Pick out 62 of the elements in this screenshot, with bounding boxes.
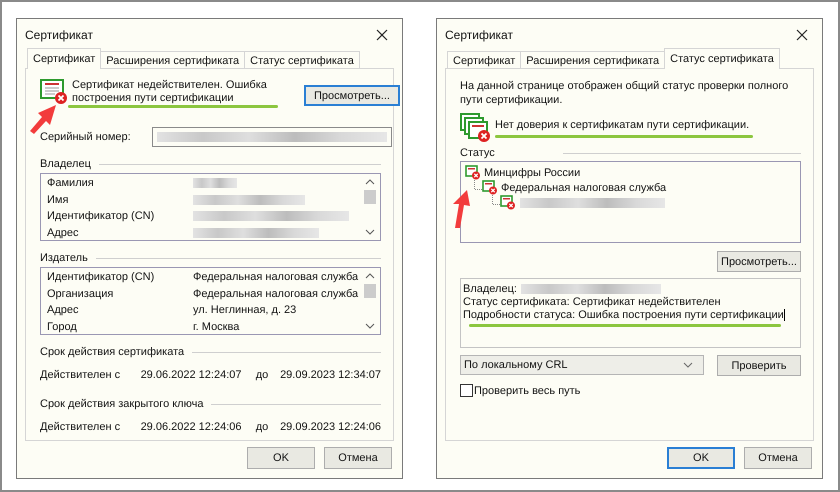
field-value: г. Москва: [193, 320, 240, 333]
chevron-down-icon: [683, 362, 693, 368]
field-name: Адрес: [47, 226, 80, 239]
date-label: до: [256, 421, 270, 433]
date-label: Действителен с: [40, 369, 122, 381]
section-heading: Срок действия закрытого ключа: [40, 398, 204, 410]
checkbox-label[interactable]: Проверить весь путь: [474, 384, 580, 396]
dialog-button[interactable]: OK: [667, 447, 735, 469]
tab[interactable]: Сертификат: [27, 48, 102, 69]
mode-dropdown[interactable]: По локальному CRL: [460, 355, 704, 375]
checkbox[interactable]: [460, 384, 473, 397]
detail-line: Статус сертификата: Сертификат недействителен: [463, 296, 721, 308]
description-text: На данной странице отображен общий статус проверки полного пути сертификации.: [460, 79, 790, 107]
tab[interactable]: Расширения сертификата: [520, 51, 666, 69]
status-message: Сертификат недействителен. Ошибка построения пути сертификации: [72, 79, 268, 105]
date-value: 29.09.2023 12:24:06: [280, 421, 381, 433]
certificates-error-icon: [460, 113, 492, 143]
field-value: Федеральная налоговая служба: [193, 288, 358, 300]
field-name: Адрес: [47, 304, 80, 316]
section-heading: Издатель: [40, 252, 88, 264]
detail-line: Владелец:: [463, 282, 517, 294]
section-heading: Статус: [460, 147, 495, 159]
date-label: до: [256, 369, 270, 381]
field-name: Город: [47, 320, 78, 333]
certificate-error-icon: [482, 180, 498, 195]
details-text-area[interactable]: Владелец: Статус сертификата: Сертификат недействителен Подробности статуса: Ошибка построения пути сертификации: [460, 278, 801, 348]
date-value: 29.06.2022 12:24:07: [140, 369, 242, 381]
dialog-button[interactable]: Отмена: [744, 447, 812, 469]
field-name: Идентификатор (CN): [47, 210, 156, 222]
section-heading: Владелец: [40, 158, 91, 170]
detail-line: Подробности статуса: Ошибка построения пути сертификации: [463, 308, 784, 320]
field-label: Серийный номер:: [40, 131, 131, 143]
field-name: Идентификатор (CN): [47, 271, 156, 284]
date-value: 29.06.2022 12:24:06: [140, 421, 242, 433]
field-value: Федеральная налоговая служба: [193, 271, 358, 284]
close-icon[interactable]: [376, 29, 388, 41]
view-button[interactable]: Просмотреть...: [717, 251, 801, 272]
dialog-button[interactable]: Отмена: [324, 447, 392, 469]
date-value: 29.09.2023 12:34:07: [280, 369, 381, 381]
field-name: Организация: [47, 288, 114, 300]
close-icon[interactable]: [796, 29, 808, 41]
date-label: Действителен с: [40, 421, 122, 433]
tab[interactable]: Расширения сертификата: [100, 51, 246, 69]
tab[interactable]: Сертификат: [447, 51, 522, 69]
tree-item[interactable]: Минцифры России: [484, 166, 580, 178]
section-heading: Срок действия сертификата: [40, 346, 184, 358]
status-message: Нет доверия к сертификатам пути сертификации.: [495, 119, 750, 132]
tab[interactable]: Статус сертификата: [244, 51, 360, 69]
window-title: Сертификат: [445, 28, 513, 42]
certificate-error-icon: [500, 195, 516, 210]
serial-field[interactable]: [152, 127, 392, 147]
check-button[interactable]: Проверить: [717, 355, 801, 376]
certificate-error-icon: [465, 165, 481, 180]
tree-item[interactable]: Федеральная налоговая служба: [501, 182, 666, 194]
view-button[interactable]: Просмотреть...: [304, 85, 400, 106]
window-title: Сертификат: [25, 28, 93, 42]
certificate-error-icon: [40, 79, 68, 105]
dialog-button[interactable]: OK: [247, 447, 315, 469]
field-value: ул. Неглинная, д. 23: [193, 304, 296, 316]
tab[interactable]: Статус сертификата: [664, 48, 780, 69]
field-name: Имя: [47, 194, 70, 206]
field-name: Фамилия: [47, 177, 95, 190]
